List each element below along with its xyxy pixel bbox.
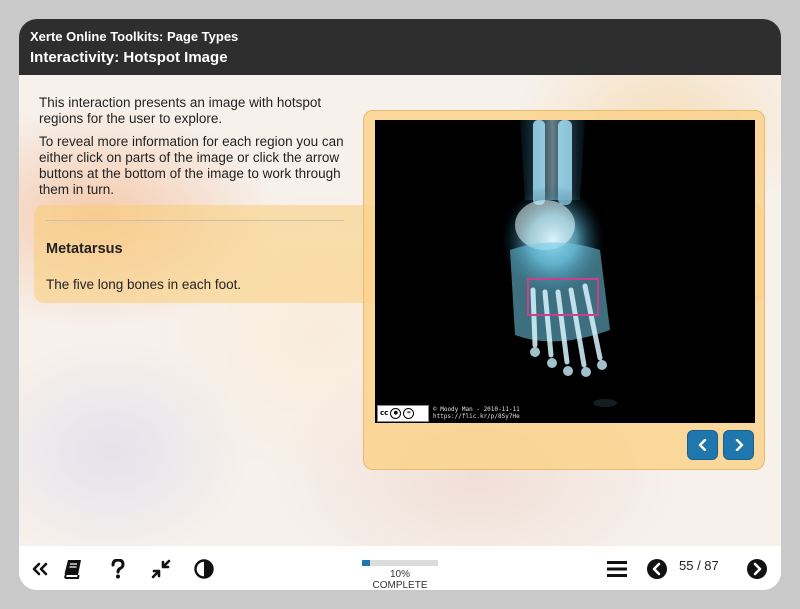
- contrast-icon: [194, 559, 214, 579]
- hotspot-image-panel: cc ● = © Moody Man - 2010-11-11 https://…: [363, 110, 765, 470]
- collapse-sidebar-button[interactable]: [29, 558, 51, 580]
- glossary-button[interactable]: [62, 558, 84, 580]
- header: Xerte Online Toolkits: Page Types Intera…: [19, 19, 781, 75]
- minimize-button[interactable]: [150, 558, 172, 580]
- cc-license-badge: cc ● =: [377, 404, 429, 422]
- help-button[interactable]: [107, 558, 129, 580]
- page-counter: 55 / 87: [679, 558, 719, 573]
- course-title: Xerte Online Toolkits: Page Types: [30, 29, 239, 44]
- region-title: Metatarsus: [46, 241, 123, 257]
- hamburger-menu-icon: [607, 561, 627, 577]
- by-icon: ●: [390, 407, 402, 419]
- credit-url: https://flic.kr/p/8Sy7He: [433, 413, 520, 420]
- progress-label: 10% COMPLETE: [372, 569, 428, 590]
- page-content: This interaction presents an image with …: [19, 75, 781, 546]
- question-mark-icon: [111, 559, 125, 579]
- previous-page-icon: [647, 559, 667, 579]
- next-page-button[interactable]: [746, 558, 768, 580]
- image-credit: cc ● = © Moody Man - 2010-11-11 https://…: [375, 403, 575, 423]
- intro-paragraph: This interaction presents an image with …: [39, 95, 322, 126]
- cc-logo: cc: [380, 408, 389, 417]
- divider: [46, 220, 344, 221]
- next-hotspot-button[interactable]: [723, 430, 754, 460]
- xray-foot-image[interactable]: cc ● = © Moody Man - 2010-11-11 https://…: [375, 120, 755, 423]
- intro-text: This interaction presents an image with …: [39, 95, 349, 205]
- credit-text: © Moody Man - 2010-11-11 https://flic.kr…: [433, 406, 520, 420]
- chevron-left-icon: [698, 439, 706, 451]
- hotspot-region-metatarsus[interactable]: [527, 278, 599, 316]
- footer-toolbar: 10% COMPLETE 55 / 87: [19, 546, 781, 590]
- next-page-icon: [747, 559, 767, 579]
- previous-hotspot-button[interactable]: [687, 430, 718, 460]
- nd-icon: =: [403, 407, 415, 419]
- progress-bar: [362, 560, 438, 566]
- intro-paragraph: To reveal more information for each regi…: [39, 134, 344, 197]
- previous-page-button[interactable]: [646, 558, 668, 580]
- xray-foot-illustration: [501, 120, 617, 407]
- compress-arrows-icon: [151, 559, 171, 579]
- page-title: Interactivity: Hotspot Image: [30, 49, 228, 66]
- credit-author: © Moody Man - 2010-11-11: [433, 406, 520, 413]
- double-chevron-left-icon: [32, 562, 48, 576]
- region-description: The five long bones in each foot.: [46, 277, 242, 292]
- progress-bar-fill: [362, 560, 370, 566]
- chevron-right-icon: [735, 439, 743, 451]
- contrast-toggle-button[interactable]: [193, 558, 215, 580]
- app-frame: Xerte Online Toolkits: Page Types Intera…: [19, 19, 781, 590]
- book-icon: [64, 560, 81, 579]
- menu-button[interactable]: [606, 558, 628, 580]
